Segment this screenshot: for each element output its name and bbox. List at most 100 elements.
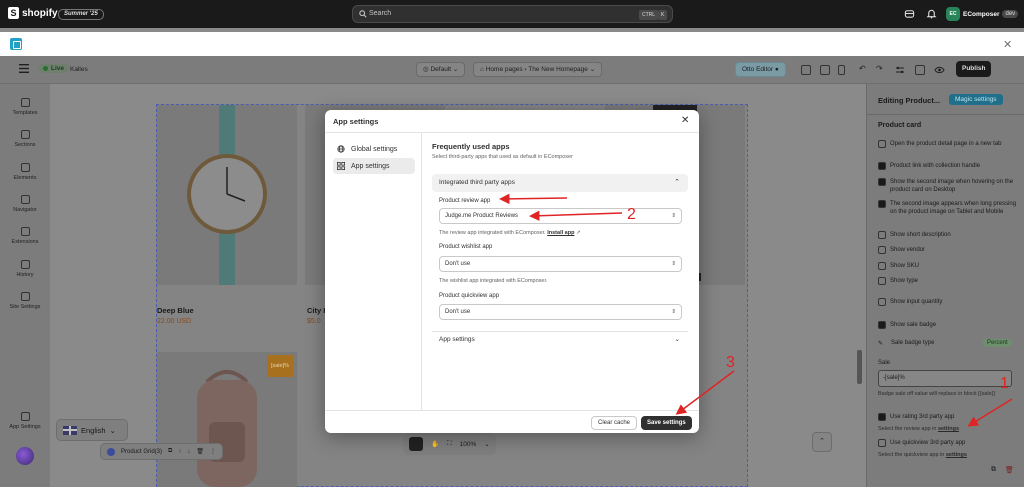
page-select[interactable]: ⌂ Home pages › The New Homepage ⌄ xyxy=(473,62,603,77)
rail-item-app-settings[interactable]: App Settings xyxy=(0,412,50,430)
bell-icon[interactable] xyxy=(926,8,937,19)
zoom-level[interactable]: 100% xyxy=(460,441,477,448)
option-label: Show vendor xyxy=(890,247,926,253)
rail-item-elements[interactable]: Elements xyxy=(0,163,50,181)
product-title[interactable]: Deep Blue xyxy=(157,306,194,315)
search-icon xyxy=(359,10,367,18)
move-down-icon[interactable]: ↓ xyxy=(187,449,190,455)
settings-link[interactable]: settings xyxy=(946,452,967,458)
element-toolbar[interactable]: Product Grid(3) ⧉ ↑ ↓ 🗑 ⋮ xyxy=(100,443,223,460)
external-link-icon[interactable]: ↗ xyxy=(576,230,581,236)
rail-item-navigator[interactable]: Navigator xyxy=(0,195,50,213)
magic-settings-button[interactable]: Magic settings xyxy=(949,94,1003,105)
quickview-app-label: Product quickview app xyxy=(439,293,500,299)
undo-icon[interactable]: ↶ xyxy=(859,64,866,73)
account-menu[interactable]: EC EComposer dev xyxy=(946,7,1019,21)
option-input-quantity[interactable]: Show input quantity xyxy=(878,298,1018,306)
checkbox[interactable] xyxy=(878,200,886,208)
device-select[interactable]: ◎ Default ⌄ xyxy=(416,62,466,77)
save-draft-icon[interactable] xyxy=(915,65,925,75)
install-app-link[interactable]: Install app xyxy=(547,230,574,236)
search-input[interactable]: Search CTRL K xyxy=(352,5,673,23)
checkbox[interactable] xyxy=(878,413,886,421)
move-up-icon[interactable]: ↑ xyxy=(178,449,181,455)
checkbox[interactable] xyxy=(878,298,886,306)
canvas-scrollbar[interactable] xyxy=(857,350,862,384)
checkbox[interactable] xyxy=(878,231,886,239)
sections-icon xyxy=(20,130,30,139)
delete-icon[interactable]: 🗑 xyxy=(196,448,204,455)
sale-badge-type-value[interactable]: Percent xyxy=(983,339,1012,347)
checkbox[interactable] xyxy=(878,246,886,254)
review-app-select[interactable]: Judge.me Product Reviews ⇕ xyxy=(439,208,682,224)
templates-icon xyxy=(20,98,30,107)
checkbox[interactable] xyxy=(878,277,886,285)
option-second-image-press[interactable]: The second image appears when long press… xyxy=(878,200,1018,216)
tablet-view-icon[interactable] xyxy=(820,65,830,75)
fit-screen-icon[interactable]: ⛶ xyxy=(447,440,452,448)
option-type[interactable]: Show type xyxy=(878,277,1018,285)
sale-input[interactable]: -[sale]% xyxy=(878,370,1012,387)
product-image-watch[interactable] xyxy=(157,105,297,285)
checkbox[interactable] xyxy=(878,262,886,270)
close-icon[interactable]: ✕ xyxy=(1003,38,1012,51)
preview-eye-icon[interactable] xyxy=(934,65,945,75)
settings-link[interactable]: settings xyxy=(938,426,959,432)
hand-tool-icon[interactable]: ✋ xyxy=(431,440,439,448)
checkbox[interactable] xyxy=(878,178,886,186)
rail-item-site-settings[interactable]: Site Settings xyxy=(0,292,50,310)
store-icon[interactable] xyxy=(904,8,915,19)
duplicate-icon[interactable]: ⧉ xyxy=(168,448,172,455)
option-open-new-tab[interactable]: Open the product detail page in a new ta… xyxy=(878,140,1018,148)
more-icon[interactable]: ⋮ xyxy=(210,448,216,455)
modal-title: App settings xyxy=(333,117,379,126)
option-vendor[interactable]: Show vendor xyxy=(878,246,1018,254)
option-label: Use quickview 3rd party app xyxy=(890,440,966,446)
option-short-description[interactable]: Show short description xyxy=(878,231,1018,239)
option-sale-badge[interactable]: Show sale badge xyxy=(878,321,1018,329)
rail-label: App Settings xyxy=(9,424,41,430)
app-settings-icon xyxy=(20,412,30,421)
option-collection-handle[interactable]: Product link with collection handle xyxy=(878,162,1018,170)
account-name: EComposer xyxy=(963,10,1000,18)
menu-icon[interactable] xyxy=(19,64,29,73)
otto-editor-toggle[interactable]: Otto Editor ● xyxy=(735,62,786,77)
shopify-logo[interactable]: S shopify xyxy=(8,7,58,19)
clear-cache-button[interactable]: Clear cache xyxy=(591,416,638,430)
user-avatar[interactable] xyxy=(16,447,34,465)
scroll-to-top-button[interactable]: ⌃ xyxy=(812,432,832,452)
nav-app-settings[interactable]: App settings xyxy=(333,158,415,174)
language-selector[interactable]: English ⌄ xyxy=(56,419,128,441)
redo-icon[interactable]: ↷ xyxy=(876,64,883,73)
option-quickview-3rd-party[interactable]: Use quickview 3rd party app xyxy=(878,439,1018,447)
mobile-view-icon[interactable] xyxy=(838,65,845,75)
nav-label: App settings xyxy=(351,162,390,170)
option-rating-3rd-party[interactable]: Use rating 3rd party app xyxy=(878,413,1018,421)
wishlist-app-select[interactable]: Don't use ⇕ xyxy=(439,256,682,272)
rail-item-extensions[interactable]: Extensions xyxy=(0,227,50,245)
checkbox[interactable] xyxy=(878,140,886,148)
delete-icon[interactable]: 🗑 xyxy=(1005,466,1014,474)
desktop-view-icon[interactable] xyxy=(801,65,811,75)
save-settings-button[interactable]: Save settings xyxy=(641,416,692,430)
rail-item-templates[interactable]: Templates xyxy=(0,98,50,116)
copy-icon[interactable]: ⧉ xyxy=(991,466,996,474)
checkbox[interactable] xyxy=(878,439,886,447)
quickview-app-select[interactable]: Don't use ⇕ xyxy=(439,304,682,320)
app-header xyxy=(0,32,1024,56)
app-settings-collapsible[interactable]: App settings ⌄ xyxy=(432,331,688,347)
rail-item-history[interactable]: History xyxy=(0,260,50,278)
option-second-image-hover[interactable]: Show the second image when hovering on t… xyxy=(878,178,1018,194)
option-sku[interactable]: Show SKU xyxy=(878,262,1018,270)
sliders-icon[interactable] xyxy=(895,65,905,75)
close-icon[interactable]: ✕ xyxy=(681,115,689,126)
product-title[interactable]: City I xyxy=(307,306,325,315)
chevron-down-icon: ⌄ xyxy=(109,425,116,435)
preview-play-icon[interactable] xyxy=(409,437,423,451)
integrated-apps-collapsible[interactable]: Integrated third party apps ⌃ xyxy=(432,174,688,192)
publish-button[interactable]: Publish xyxy=(956,61,992,77)
checkbox[interactable] xyxy=(878,321,886,329)
nav-global-settings[interactable]: Global settings xyxy=(333,141,415,157)
checkbox[interactable] xyxy=(878,162,886,170)
rail-item-sections[interactable]: Sections xyxy=(0,130,50,148)
